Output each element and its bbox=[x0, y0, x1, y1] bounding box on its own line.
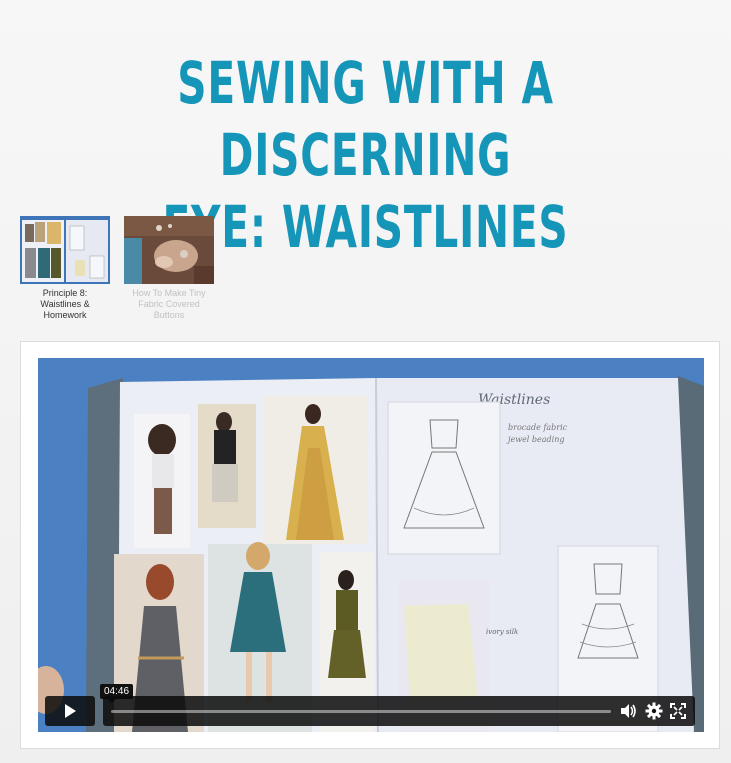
svg-text:ivory silk: ivory silk bbox=[486, 628, 518, 636]
video-player[interactable]: Waistlines brocade fabric jewel beading … bbox=[38, 358, 704, 732]
page-title-line-1: SEWING WITH A DISCERNING bbox=[177, 48, 554, 189]
playlist-item-tiny-buttons[interactable]: How To Make Tiny Fabric Covered Buttons bbox=[124, 216, 214, 321]
volume-button[interactable] bbox=[619, 702, 637, 725]
thumbnail-image bbox=[20, 216, 110, 284]
video-still: Waistlines brocade fabric jewel beading … bbox=[38, 358, 704, 732]
volume-icon bbox=[621, 704, 636, 718]
video-controls bbox=[45, 696, 695, 726]
gear-icon bbox=[645, 702, 663, 720]
play-icon bbox=[65, 704, 76, 718]
playlist-item-waistlines[interactable]: Principle 8: Waistlines & Homework bbox=[20, 216, 110, 321]
play-button[interactable] bbox=[45, 696, 95, 726]
fullscreen-button[interactable] bbox=[669, 702, 687, 725]
settings-button[interactable] bbox=[645, 702, 663, 725]
fullscreen-icon bbox=[670, 703, 686, 719]
thumbnail-image bbox=[124, 216, 214, 284]
control-bar bbox=[103, 696, 695, 726]
playlist-item-caption: Principle 8: Waistlines & Homework bbox=[40, 288, 90, 320]
progress-bar[interactable] bbox=[111, 710, 611, 713]
playlist-item-caption: How To Make Tiny Fabric Covered Buttons bbox=[132, 288, 206, 320]
svg-text:jewel beading: jewel beading bbox=[506, 435, 564, 444]
svg-text:brocade fabric: brocade fabric bbox=[508, 423, 568, 432]
